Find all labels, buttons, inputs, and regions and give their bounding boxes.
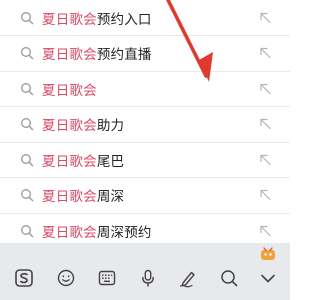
search-icon bbox=[21, 82, 34, 96]
emoji-button[interactable] bbox=[56, 268, 76, 288]
search-icon bbox=[21, 153, 34, 167]
emoji-icon bbox=[57, 269, 75, 287]
suggestion-highlight: 夏日歌会 bbox=[42, 189, 97, 206]
fill-in-arrow-icon[interactable] bbox=[259, 11, 272, 24]
suggestion-text: 夏日歌会周深预约 bbox=[42, 221, 152, 241]
search-icon bbox=[21, 189, 34, 202]
keyboard-toolbar bbox=[0, 243, 290, 300]
collapse-keyboard-icon bbox=[261, 274, 275, 283]
suggestion-text: 夏日歌会预约直播 bbox=[42, 43, 152, 63]
sogou-logo-icon bbox=[15, 269, 33, 287]
handwriting-button[interactable] bbox=[178, 268, 198, 288]
suggestion-text: 夏日歌会尾巴 bbox=[42, 150, 124, 170]
keyboard-layout-button[interactable] bbox=[97, 268, 117, 288]
search-icon bbox=[221, 270, 238, 287]
collapse-keyboard-button[interactable] bbox=[258, 268, 278, 288]
search-icon bbox=[21, 47, 34, 60]
suggestion-rest: 周深 bbox=[96, 189, 125, 206]
fill-in-arrow-icon[interactable] bbox=[259, 47, 272, 60]
fill-in-arrow-icon[interactable] bbox=[259, 189, 272, 202]
suggestion-list: 夏日歌会预约入口 夏日歌会预约直播 夏日歌会 夏日歌会助力 夏日歌会尾巴 夏日歌… bbox=[0, 0, 290, 249]
suggestion-highlight: 夏日歌会 bbox=[42, 11, 97, 28]
suggestion-highlight: 夏日歌会 bbox=[42, 82, 97, 99]
suggestion-rest: 助力 bbox=[96, 118, 125, 135]
search-icon bbox=[21, 225, 34, 238]
suggestion-text: 夏日歌会助力 bbox=[42, 114, 124, 134]
suggestion-rest: 尾巴 bbox=[96, 153, 125, 170]
suggestion-rest: 预约入口 bbox=[96, 11, 152, 28]
suggestion-highlight: 夏日歌会 bbox=[42, 118, 97, 135]
keyboard-search-button[interactable] bbox=[219, 268, 239, 288]
microphone-icon bbox=[142, 269, 154, 287]
search-suggestion-screen: 夏日歌会预约入口 夏日歌会预约直播 夏日歌会 夏日歌会助力 夏日歌会尾巴 夏日歌… bbox=[0, 0, 290, 300]
suggestion-rest: 周深预约 bbox=[96, 225, 152, 242]
fill-in-arrow-icon[interactable] bbox=[259, 153, 272, 166]
voice-input-button[interactable] bbox=[138, 268, 158, 288]
search-icon bbox=[21, 11, 34, 24]
suggestion-rest: 预约直播 bbox=[96, 47, 152, 64]
suggestion-row[interactable]: 夏日歌会助力 bbox=[0, 107, 290, 143]
fill-in-arrow-icon[interactable] bbox=[259, 118, 272, 131]
suggestion-highlight: 夏日歌会 bbox=[42, 225, 97, 242]
suggestion-row[interactable]: 夏日歌会尾巴 bbox=[0, 143, 290, 178]
suggestion-text: 夏日歌会 bbox=[42, 79, 97, 99]
sogou-logo-button[interactable] bbox=[14, 268, 34, 288]
suggestion-highlight: 夏日歌会 bbox=[42, 47, 97, 64]
suggestion-row[interactable]: 夏日歌会预约直播 bbox=[0, 36, 290, 72]
suggestion-row[interactable]: 夏日歌会 bbox=[0, 72, 290, 107]
suggestion-text: 夏日歌会周深 bbox=[42, 185, 124, 205]
search-icon bbox=[21, 118, 34, 131]
fill-in-arrow-icon[interactable] bbox=[259, 225, 272, 238]
suggestion-row[interactable]: 夏日歌会周深 bbox=[0, 178, 290, 214]
suggestion-row[interactable]: 夏日歌会预约入口 bbox=[0, 0, 290, 36]
handwriting-icon bbox=[179, 271, 195, 288]
fill-in-arrow-icon[interactable] bbox=[259, 82, 272, 95]
keyboard-layout-icon bbox=[98, 270, 116, 286]
suggestion-text: 夏日歌会预约入口 bbox=[42, 8, 152, 28]
suggestion-highlight: 夏日歌会 bbox=[42, 153, 97, 170]
skin-badge-icon[interactable] bbox=[260, 247, 276, 261]
